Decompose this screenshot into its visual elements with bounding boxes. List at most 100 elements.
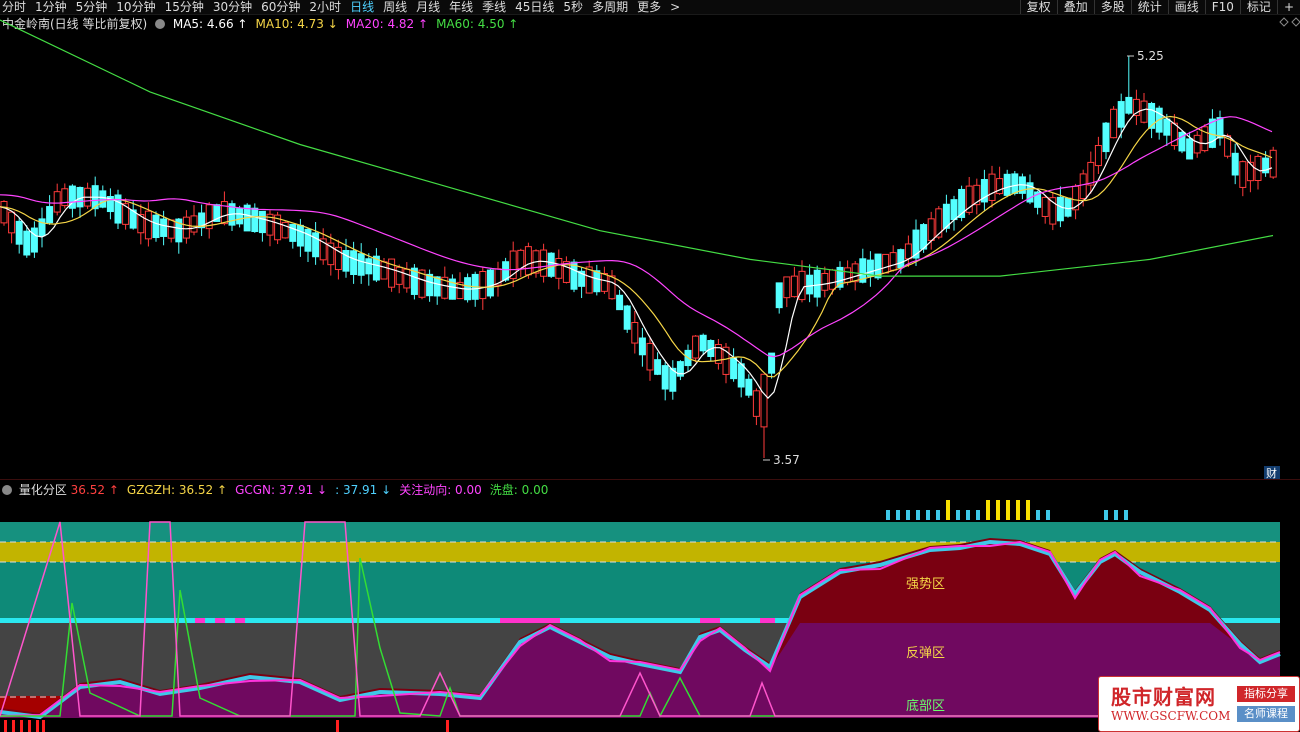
indicator-title[interactable]: 量化分区 bbox=[19, 483, 67, 497]
period-tab-14[interactable]: 5秒 bbox=[563, 0, 583, 14]
candle-body-1 bbox=[8, 211, 16, 234]
candle-body-6 bbox=[46, 206, 54, 224]
toolbar-button-0[interactable]: 复权 bbox=[1019, 0, 1057, 14]
candle-body-80 bbox=[608, 275, 616, 300]
candle-body-57 bbox=[433, 276, 441, 297]
diamond-icon bbox=[1279, 17, 1289, 27]
period-tab-15[interactable]: 多周期 bbox=[592, 0, 628, 14]
candle-body-97 bbox=[737, 363, 745, 388]
period-tab-1[interactable]: 1分钟 bbox=[35, 0, 67, 14]
signal-bar bbox=[1114, 510, 1118, 520]
low-price-label: 3.57 bbox=[773, 453, 800, 467]
period-tab-12[interactable]: 季线 bbox=[482, 0, 506, 14]
candle-body-119 bbox=[904, 243, 912, 260]
candle-body-133 bbox=[1011, 173, 1019, 194]
toolbar-button-4[interactable]: 画线 bbox=[1167, 0, 1205, 14]
candle-body-116 bbox=[882, 253, 890, 274]
toolbar-button-7[interactable]: + bbox=[1276, 0, 1300, 14]
toolbar-button-1[interactable]: 叠加 bbox=[1056, 0, 1094, 14]
toolbar-button-6[interactable]: 标记 bbox=[1239, 0, 1277, 14]
candle-body-13 bbox=[99, 190, 107, 208]
more-arrow-icon[interactable]: > bbox=[670, 0, 680, 14]
zone-label-rebound: 反弹区 bbox=[906, 646, 946, 661]
candle-body-85 bbox=[646, 342, 654, 371]
candle-body-160 bbox=[1216, 117, 1224, 139]
toolbar-right-buttons: 复权 叠加 多股 统计 画线 F10 标记 + bbox=[1019, 0, 1300, 14]
candle-body-144 bbox=[1094, 145, 1102, 167]
period-tab-11[interactable]: 年线 bbox=[449, 0, 473, 14]
period-tab-6[interactable]: 60分钟 bbox=[261, 0, 300, 14]
candle-body-153 bbox=[1163, 118, 1171, 136]
candle-body-96 bbox=[730, 357, 738, 380]
diamond-icon-2 bbox=[1291, 17, 1300, 27]
period-tab-9[interactable]: 周线 bbox=[383, 0, 407, 14]
divider-mark-4 bbox=[700, 618, 720, 623]
period-tab-5[interactable]: 30分钟 bbox=[213, 0, 252, 14]
indicator-legend: 量化分区 36.52 ↑ GZGZH: 36.52 ↑ GCGN: 37.91 ↓:… bbox=[2, 482, 556, 498]
divider-mark-3 bbox=[500, 618, 560, 623]
candle-body-71 bbox=[540, 249, 548, 277]
candle-body-111 bbox=[844, 267, 852, 283]
indicator-value-5: 洗盘: 0.00 bbox=[489, 483, 549, 497]
candle-body-145 bbox=[1102, 122, 1110, 153]
period-tab-8[interactable]: 日线 bbox=[350, 0, 374, 14]
indicator-collapse-icon[interactable] bbox=[2, 485, 12, 495]
candle-body-130 bbox=[988, 173, 996, 201]
candle-body-77 bbox=[585, 266, 593, 294]
period-tab-10[interactable]: 月线 bbox=[416, 0, 440, 14]
candlestick-chart[interactable]: 5.25 3.57 财 bbox=[0, 14, 1300, 480]
signal-bar bbox=[976, 510, 980, 520]
candle-body-123 bbox=[935, 208, 943, 238]
signal-bar bbox=[1036, 510, 1040, 520]
candle-body-167 bbox=[1269, 149, 1277, 178]
candle-body-3 bbox=[23, 230, 31, 256]
period-tab-7[interactable]: 2小时 bbox=[309, 0, 341, 14]
candle-body-121 bbox=[920, 224, 928, 250]
candle-body-106 bbox=[806, 274, 814, 295]
candle-body-150 bbox=[1140, 100, 1148, 123]
candle-body-147 bbox=[1117, 101, 1125, 128]
high-price-label: 5.25 bbox=[1137, 49, 1164, 63]
candle-body-0 bbox=[0, 200, 8, 224]
period-tab-13[interactable]: 45日线 bbox=[515, 0, 554, 14]
signal-bar bbox=[896, 510, 900, 520]
signal-bar bbox=[926, 510, 930, 520]
toolbar-button-5[interactable]: F10 bbox=[1204, 0, 1240, 14]
indicator-value-1: GZGZH: 36.52 ↑ bbox=[126, 483, 228, 497]
candle-body-73 bbox=[555, 257, 563, 279]
bottom-marker bbox=[36, 720, 39, 732]
candle-body-98 bbox=[745, 378, 753, 396]
period-tab-2[interactable]: 5分钟 bbox=[76, 0, 108, 14]
candle-body-122 bbox=[927, 218, 935, 241]
candle-body-50 bbox=[380, 261, 388, 280]
toolbar-button-2[interactable]: 多股 bbox=[1093, 0, 1131, 14]
ma60-line bbox=[0, 19, 1274, 277]
watermark-title: 股市财富网 bbox=[1111, 685, 1216, 709]
candle-body-69 bbox=[524, 246, 532, 276]
period-tab-16[interactable]: 更多 bbox=[637, 0, 661, 14]
candle-body-100 bbox=[760, 373, 768, 428]
watermark-tag-share: 指标分享 bbox=[1237, 686, 1295, 702]
candle-body-146 bbox=[1110, 108, 1118, 139]
candle-body-163 bbox=[1239, 161, 1247, 188]
candle-body-39 bbox=[296, 224, 304, 247]
candle-body-137 bbox=[1041, 196, 1049, 217]
signal-bar bbox=[916, 510, 920, 520]
candle-body-132 bbox=[1003, 173, 1011, 196]
bottom-marker bbox=[12, 720, 15, 732]
candle-body-99 bbox=[752, 390, 760, 417]
period-tab-0[interactable]: 分时 bbox=[2, 0, 26, 14]
period-tab-4[interactable]: 15分钟 bbox=[165, 0, 204, 14]
signal-bar bbox=[956, 510, 960, 520]
candle-body-143 bbox=[1087, 161, 1095, 186]
signal-bar bbox=[1006, 500, 1010, 520]
candle-body-140 bbox=[1064, 197, 1072, 217]
signal-bar bbox=[1046, 510, 1050, 520]
period-tab-3[interactable]: 10分钟 bbox=[116, 0, 155, 14]
candle-body-47 bbox=[357, 253, 365, 276]
candle-body-87 bbox=[661, 365, 669, 390]
candle-body-117 bbox=[889, 252, 897, 271]
toolbar-button-3[interactable]: 统计 bbox=[1130, 0, 1168, 14]
candles bbox=[0, 56, 1277, 458]
candle-body-164 bbox=[1246, 161, 1254, 182]
